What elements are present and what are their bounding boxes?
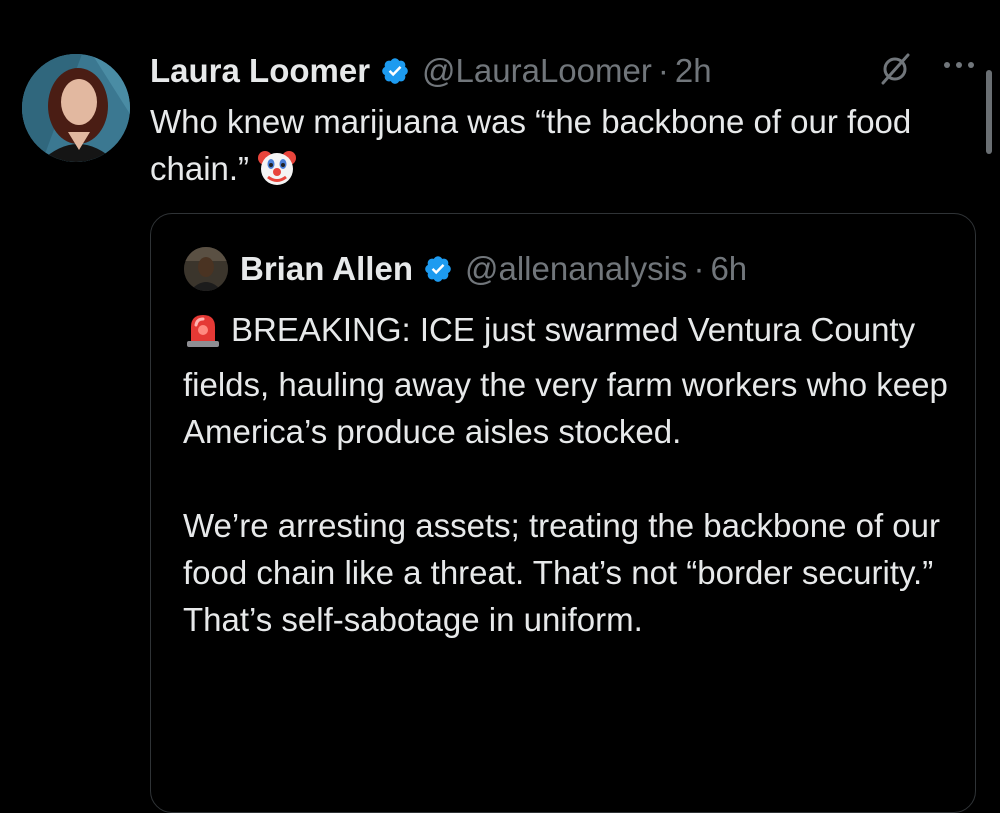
quoted-paragraph-2: We’re arresting assets; treating the bac… <box>183 507 940 638</box>
tweet-text: Who knew marijuana was “the backbone of … <box>150 98 950 200</box>
quoted-paragraph-1-text: BREAKING: ICE just swarmed Ventura Count… <box>183 311 948 450</box>
separator-dot: · <box>657 52 669 89</box>
tweet-timestamp[interactable]: 2h <box>675 52 712 90</box>
author-avatar[interactable] <box>22 54 130 162</box>
author-name[interactable]: Laura Loomer <box>150 52 370 90</box>
verified-badge-icon[interactable] <box>380 56 410 86</box>
grok-icon[interactable] <box>878 52 912 91</box>
quoted-paragraph-1: BREAKING: ICE just swarmed Ventura Count… <box>183 306 963 455</box>
verified-badge-icon[interactable] <box>423 254 453 284</box>
quoted-author-avatar[interactable] <box>184 247 228 291</box>
quoted-tweet-text: BREAKING: ICE just swarmed Ventura Count… <box>183 306 963 643</box>
quoted-tweet-timestamp[interactable]: 6h <box>710 250 747 288</box>
more-options-icon[interactable] <box>942 58 976 76</box>
police-siren-icon <box>183 309 223 361</box>
quoted-tweet-header: Brian Allen @allenanalysis · 6h <box>184 246 747 292</box>
scrollbar-thumb[interactable] <box>986 70 992 154</box>
clown-face-icon <box>257 148 297 200</box>
tweet-header: Laura Loomer @LauraLoomer · 2h <box>150 50 712 92</box>
separator-dot: · <box>693 250 705 287</box>
quoted-author-name[interactable]: Brian Allen <box>240 250 413 288</box>
quoted-author-handle[interactable]: @allenanalysis <box>465 250 687 288</box>
author-handle[interactable]: @LauraLoomer <box>422 52 652 90</box>
